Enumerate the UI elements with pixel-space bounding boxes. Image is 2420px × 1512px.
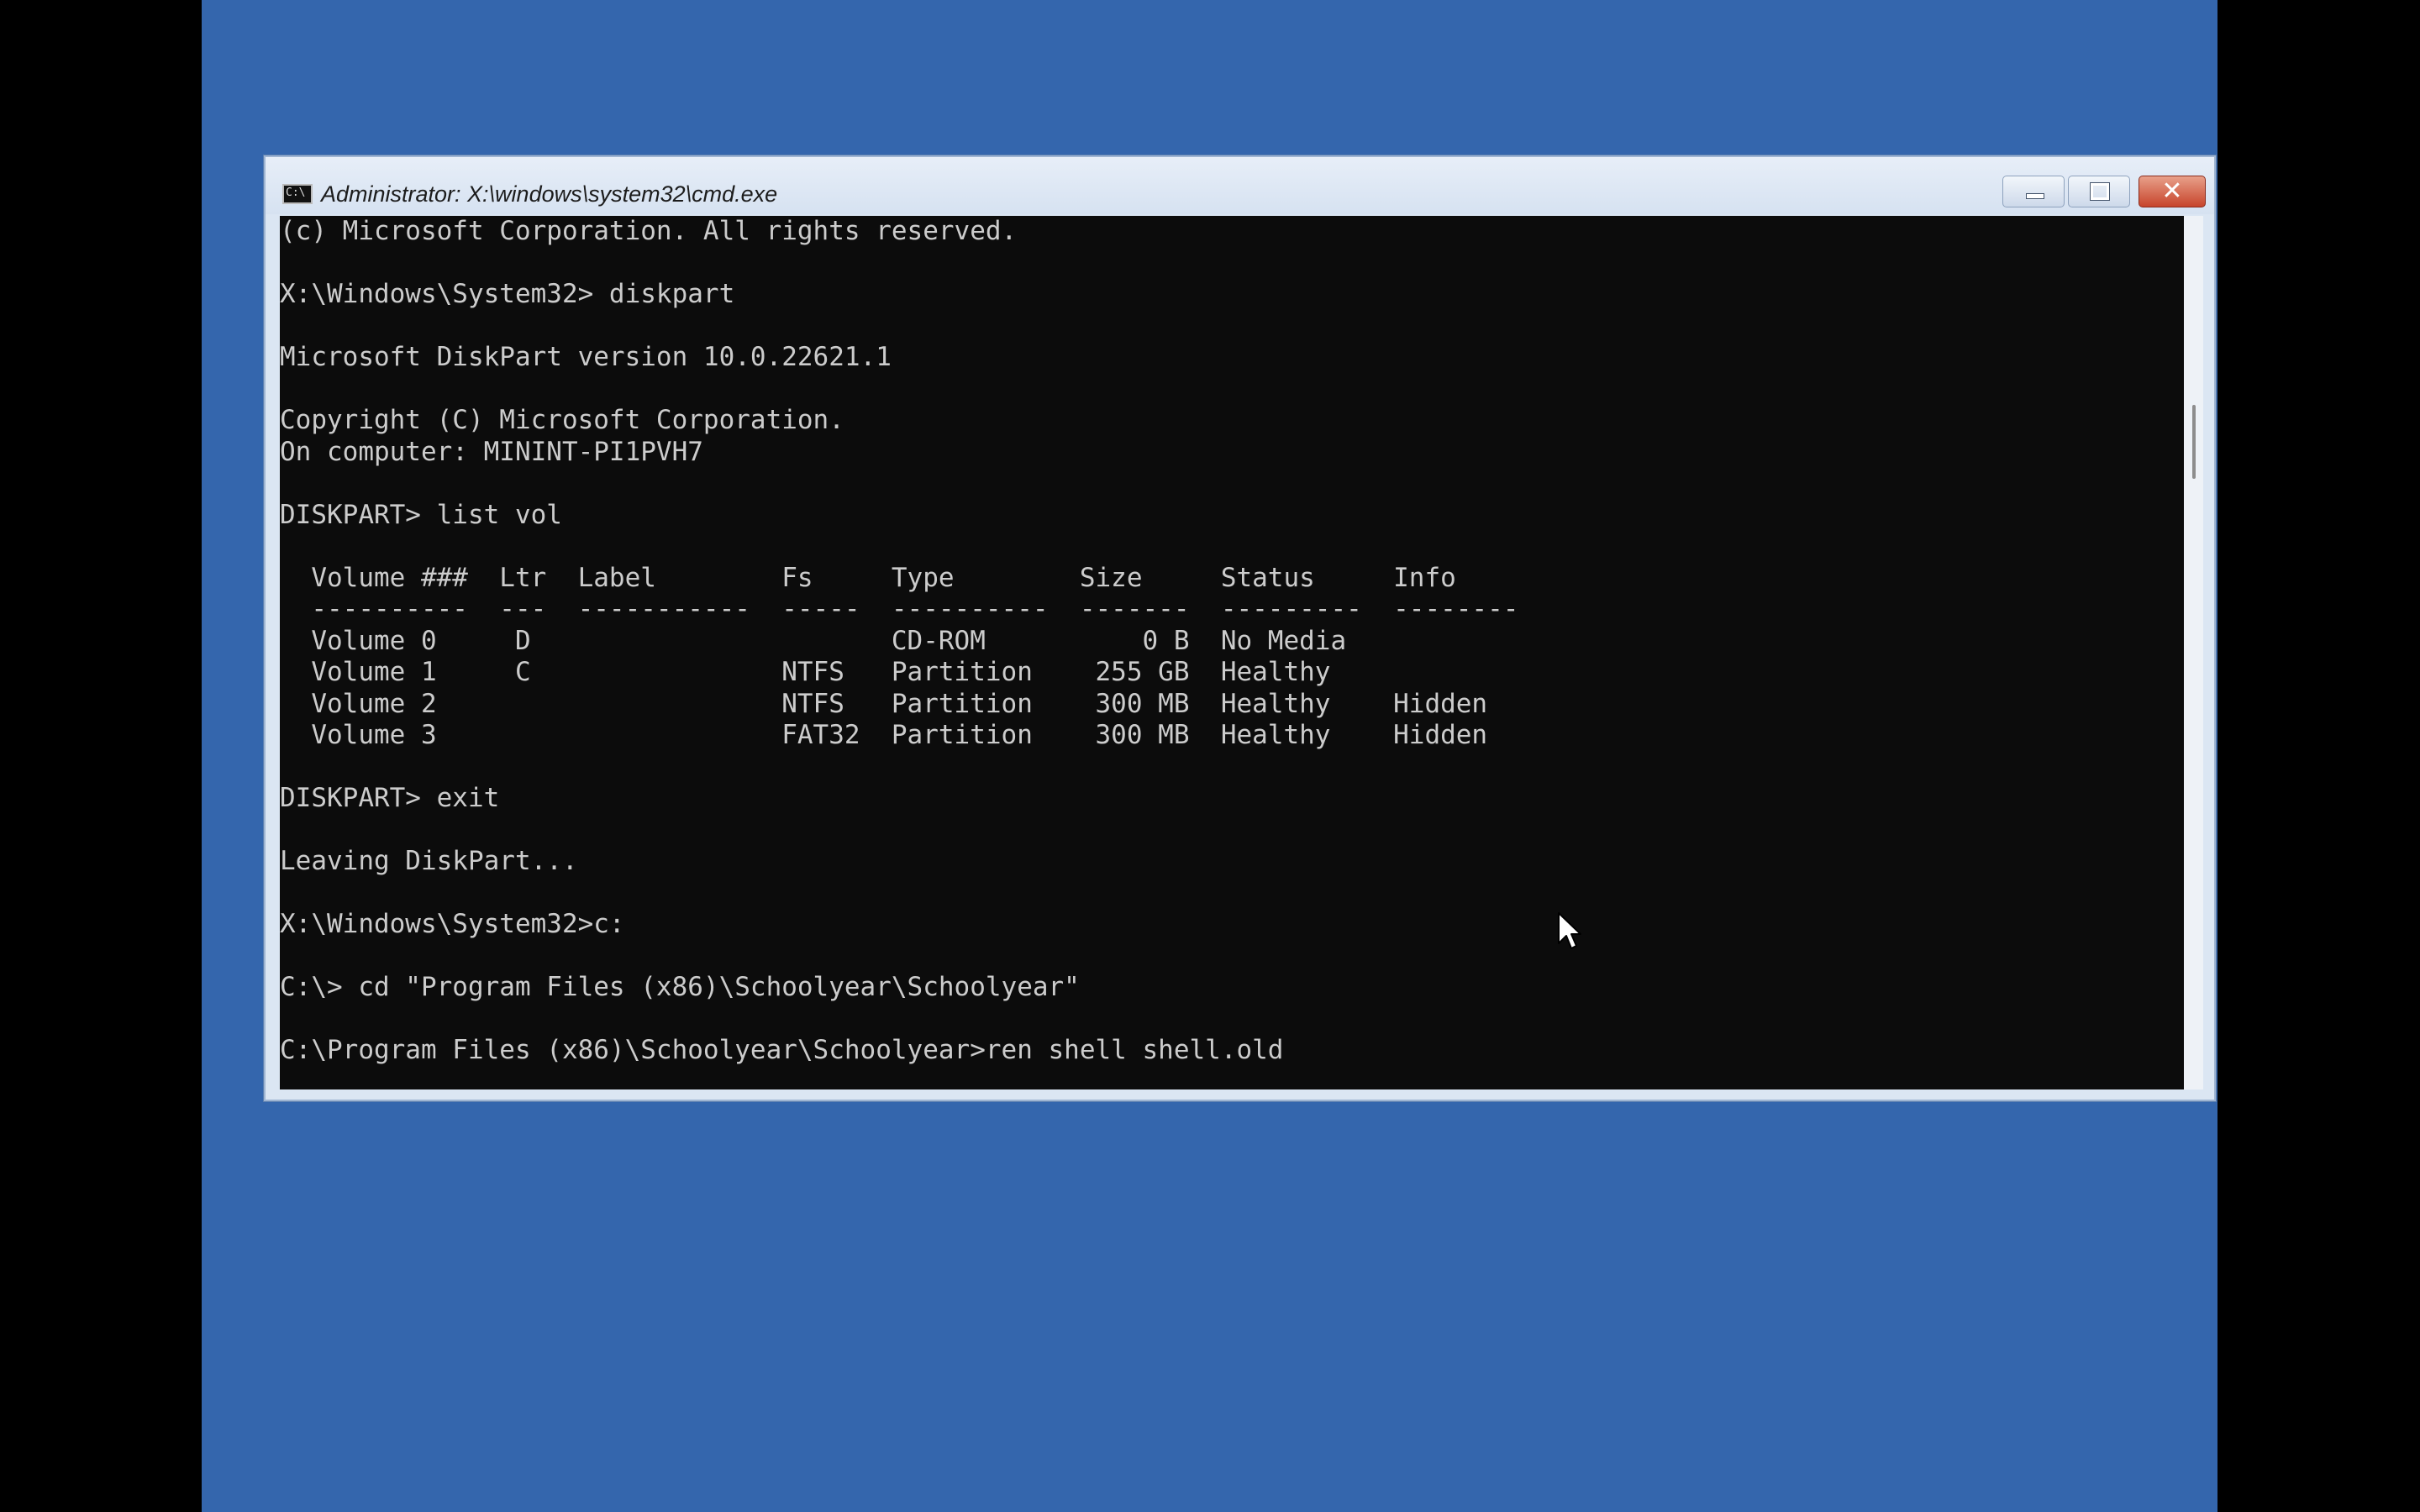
console-line: X:\Windows\System32> diskpart bbox=[280, 279, 735, 309]
console-line: Leaving DiskPart... bbox=[280, 846, 578, 876]
console-line: Volume 2 NTFS Partition 300 MB Healthy H… bbox=[280, 688, 1488, 719]
console-text[interactable]: (c) Microsoft Corporation. All rights re… bbox=[280, 216, 1518, 1067]
console-line: C:\> cd "Program Files (x86)\Schoolyear\… bbox=[280, 972, 1080, 1002]
console-line: ---------- --- ----------- ----- -------… bbox=[280, 594, 1519, 624]
console-output[interactable]: (c) Microsoft Corporation. All rights re… bbox=[280, 216, 2184, 1089]
close-button[interactable]: ✕ bbox=[2139, 176, 2206, 207]
console-line: X:\Windows\System32>c: bbox=[280, 909, 625, 939]
scrollbar-thumb[interactable] bbox=[2192, 405, 2196, 479]
console-line: Volume 3 FAT32 Partition 300 MB Healthy … bbox=[280, 720, 1488, 750]
cmd-window[interactable]: C:\ Administrator: X:\windows\system32\c… bbox=[264, 155, 2216, 1101]
console-line: Volume 1 C NTFS Partition 255 GB Healthy bbox=[280, 657, 1331, 687]
title-bar[interactable]: C:\ Administrator: X:\windows\system32\c… bbox=[266, 157, 2214, 214]
window-title: Administrator: X:\windows\system32\cmd.e… bbox=[321, 181, 778, 207]
mouse-pointer-icon bbox=[1558, 912, 1581, 949]
console-line: Volume 0 D CD-ROM 0 B No Media bbox=[280, 625, 1347, 656]
console-line: Volume ### Ltr Label Fs Type Size Status… bbox=[280, 562, 1456, 593]
console-line: On computer: MININT-PI1PVH7 bbox=[280, 436, 703, 467]
console-line: DISKPART> list vol bbox=[280, 499, 562, 530]
console-line: Microsoft DiskPart version 10.0.22621.1 bbox=[280, 342, 892, 372]
console-line: DISKPART> exit bbox=[280, 783, 500, 813]
minimize-button[interactable] bbox=[2002, 176, 2065, 207]
vertical-scrollbar[interactable] bbox=[2184, 216, 2203, 1089]
minimize-icon bbox=[2026, 193, 2044, 199]
console-line: Copyright (C) Microsoft Corporation. bbox=[280, 405, 844, 435]
console-line: C:\Program Files (x86)\Schoolyear\School… bbox=[280, 1035, 1284, 1065]
console-line: (c) Microsoft Corporation. All rights re… bbox=[280, 216, 1018, 246]
cmd-icon[interactable]: C:\ bbox=[282, 184, 313, 204]
close-icon: ✕ bbox=[2161, 176, 2183, 206]
maximize-button[interactable] bbox=[2068, 176, 2130, 207]
maximize-icon bbox=[2090, 182, 2110, 201]
